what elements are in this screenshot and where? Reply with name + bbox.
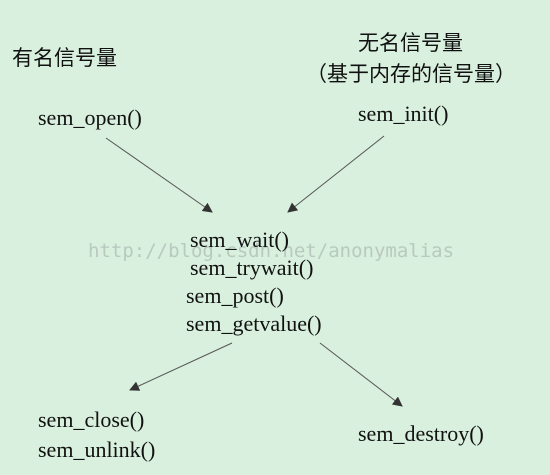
named-heading: 有名信号量 bbox=[12, 46, 117, 70]
arrow-open-to-common bbox=[105, 137, 213, 213]
sem-close-label: sem_close() bbox=[38, 407, 145, 432]
sem-open-label: sem_open() bbox=[38, 105, 142, 130]
arrow-common-to-close bbox=[129, 342, 233, 391]
arrow-common-to-destroy bbox=[319, 342, 403, 407]
sem-unlink-label: sem_unlink() bbox=[38, 437, 156, 462]
semaphore-diagram: http://blog.csdn.net/anonymalias 有名信号量 s… bbox=[0, 0, 550, 475]
sem-init-label: sem_init() bbox=[358, 101, 449, 126]
sem-destroy-label: sem_destroy() bbox=[358, 421, 484, 446]
common-func-trywait: sem_trywait() bbox=[190, 255, 314, 280]
unnamed-heading: 无名信号量 bbox=[358, 31, 463, 55]
arrow-init-to-common bbox=[287, 135, 385, 213]
unnamed-subheading: （基于内存的信号量） bbox=[306, 62, 516, 86]
common-func-getvalue: sem_getvalue() bbox=[186, 311, 322, 336]
common-func-post: sem_post() bbox=[186, 283, 284, 308]
common-func-wait: sem_wait() bbox=[190, 227, 289, 252]
